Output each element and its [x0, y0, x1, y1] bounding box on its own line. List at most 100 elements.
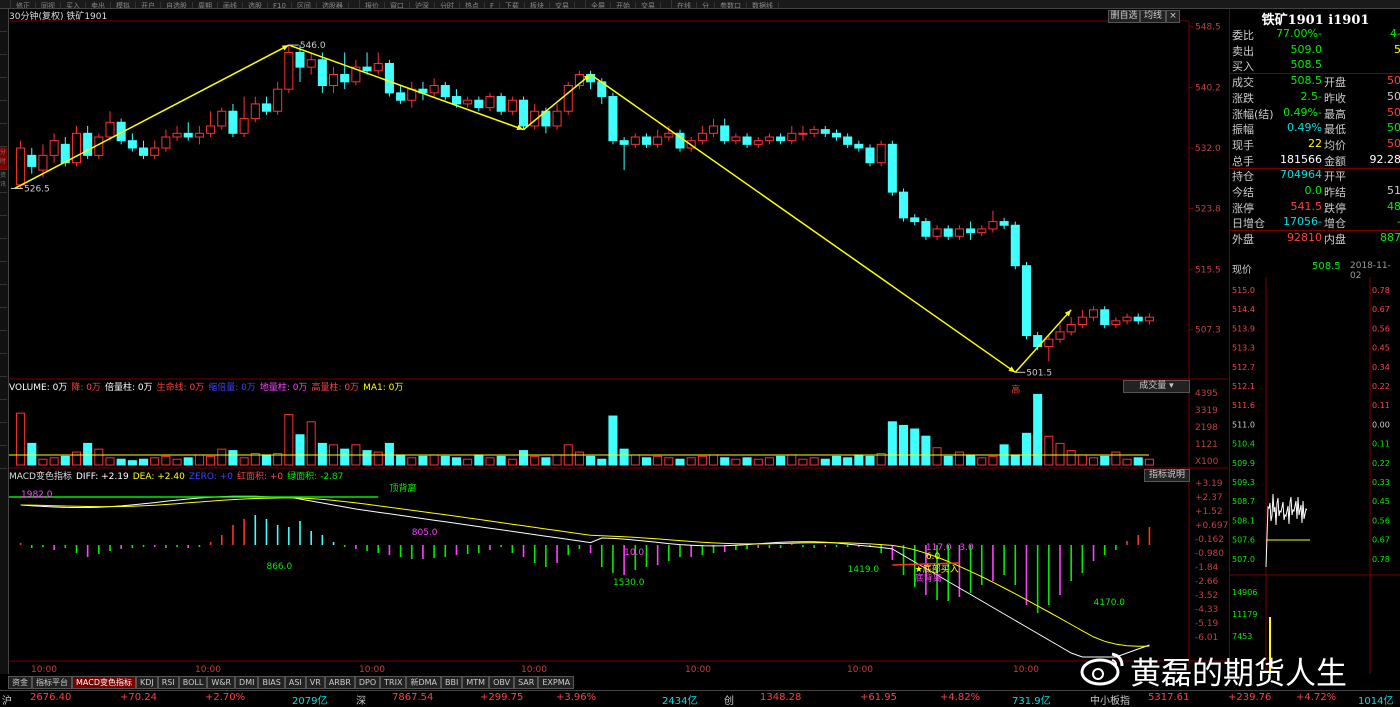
- indicator-tab[interactable]: MTM: [462, 676, 490, 689]
- volume-high-tag: 高: [1011, 383, 1020, 395]
- indicator-tab[interactable]: OBV: [489, 676, 515, 689]
- toolbar-item[interactable]: 分时: [435, 2, 460, 8]
- left-strip-item[interactable]: [0, 354, 7, 377]
- left-strip-item[interactable]: [0, 124, 7, 147]
- indicator-tab[interactable]: MACD变色指标: [72, 676, 136, 689]
- indicator-tab[interactable]: TRIX: [380, 676, 407, 689]
- candle-body: [451, 96, 461, 105]
- indicator-tab[interactable]: ASI: [284, 676, 306, 689]
- indicator-tab[interactable]: 资金: [8, 676, 32, 689]
- toolbar-item[interactable]: 选股: [243, 2, 268, 8]
- indicator-tab[interactable]: W&R: [207, 676, 236, 689]
- volume-legend-item: VOLUME: 0万: [9, 383, 68, 393]
- toolbar-item[interactable]: [661, 0, 672, 8]
- toolbar-item[interactable]: 交易: [636, 2, 661, 8]
- toolbar-item[interactable]: 自选股: [161, 2, 193, 8]
- toolbar-item[interactable]: 画线: [218, 2, 243, 8]
- volume-indicator-header: VOLUME: 0万 降: 0万 倍量柱: 0万 生命线: 0万 缩倍量: 0万 地量柱:…: [9, 380, 407, 393]
- left-strip-item[interactable]: 资讯: [0, 170, 7, 193]
- left-strip-item[interactable]: [0, 9, 7, 32]
- candle-body: [641, 136, 651, 145]
- left-strip-item[interactable]: [0, 216, 7, 239]
- left-strip-item[interactable]: [0, 55, 7, 78]
- volume-bar: [865, 455, 875, 466]
- mini-left-tick: 512.1: [1232, 382, 1255, 391]
- toolbar-item[interactable]: 模拟: [111, 2, 136, 8]
- status-item: 2676.40: [30, 692, 72, 703]
- volume-indicator-dropdown[interactable]: 成交量 ▾: [1123, 380, 1190, 393]
- left-strip-item[interactable]: [0, 446, 7, 469]
- toolbar-item[interactable]: 热点: [460, 2, 485, 8]
- left-strip-item[interactable]: [0, 400, 7, 423]
- indicator-tab[interactable]: BIAS: [258, 676, 285, 689]
- toolbar-item[interactable]: 买入: [61, 2, 86, 8]
- candle-body: [127, 140, 137, 149]
- left-strip-item[interactable]: [0, 78, 7, 101]
- toolbar-item[interactable]: 板块: [525, 2, 550, 8]
- delete-favorite-button[interactable]: 删自选: [1108, 10, 1140, 23]
- toolbar-item[interactable]: 沪深: [410, 2, 435, 8]
- candle-body: [697, 132, 707, 142]
- left-strip-item[interactable]: [0, 193, 7, 216]
- candle-body: [429, 85, 439, 94]
- toolbar-item[interactable]: 数据线: [747, 2, 779, 8]
- toolbar-item[interactable]: 报价: [360, 2, 385, 8]
- left-strip-item[interactable]: [0, 285, 7, 308]
- toolbar-item[interactable]: 选股器: [317, 2, 349, 8]
- indicator-tab[interactable]: DMI: [235, 676, 259, 689]
- kline-chart-area[interactable]: 548.5 540.2 532.0 523.8 515.5 507.3 546.0 526.5…: [9, 9, 1228, 675]
- toolbar-item[interactable]: 全屏: [586, 2, 611, 8]
- toolbar-item[interactable]: 开户: [136, 2, 161, 8]
- left-strip-item[interactable]: [0, 423, 7, 446]
- toolbar-item[interactable]: 同视: [36, 2, 61, 8]
- candle-body: [183, 132, 193, 138]
- toolbar-item[interactable]: 下载: [500, 2, 525, 8]
- close-chart-button[interactable]: ×: [1166, 10, 1180, 23]
- toolbar-item[interactable]: 分: [697, 2, 715, 8]
- toolbar-item[interactable]: [0, 0, 11, 8]
- toolbar-item[interactable]: 参数口: [715, 2, 747, 8]
- indicator-tab[interactable]: EXPMA: [538, 676, 575, 689]
- left-strip-item[interactable]: 分时: [0, 147, 7, 170]
- candle-body: [1122, 316, 1132, 322]
- indicator-tab[interactable]: 新DMA: [406, 676, 442, 689]
- toolbar-item[interactable]: 周期: [193, 2, 218, 8]
- left-strip-item[interactable]: [0, 239, 7, 262]
- macd-tick-label: +2.37: [1195, 493, 1223, 503]
- toolbar-item[interactable]: 交易: [550, 2, 575, 8]
- indicator-tab[interactable]: KDJ: [135, 676, 158, 689]
- indicator-help-button[interactable]: 指标说明: [1144, 469, 1190, 482]
- toolbar-item[interactable]: 卖出: [86, 2, 111, 8]
- indicator-tab[interactable]: 指标平台: [32, 676, 72, 689]
- toolbar-item[interactable]: [575, 0, 586, 8]
- left-strip-item[interactable]: [0, 101, 7, 124]
- ma-lines-button[interactable]: 均线: [1140, 10, 1166, 23]
- toolbar-item[interactable]: 窗口: [385, 2, 410, 8]
- toolbar-item[interactable]: [349, 0, 360, 8]
- indicator-tab[interactable]: VR: [305, 676, 325, 689]
- intraday-mini-chart[interactable]: 515.0 514.4 513.9 513.3 512.7 512.1 511.6 511.0…: [1230, 277, 1400, 674]
- volume-bar: [295, 434, 305, 466]
- quote-label-2: 最高: [1324, 107, 1346, 121]
- left-strip-item[interactable]: [0, 308, 7, 331]
- indicator-tab[interactable]: SAR: [514, 676, 539, 689]
- toolbar-item[interactable]: F10: [268, 2, 292, 8]
- left-strip-item[interactable]: [0, 262, 7, 285]
- indicator-tab[interactable]: RSI: [157, 676, 179, 689]
- macd-annotation: 805.0: [412, 528, 438, 538]
- toolbar-item[interactable]: F: [485, 2, 500, 8]
- toolbar-item[interactable]: 在线: [672, 2, 697, 8]
- indicator-tab[interactable]: ARBR: [324, 676, 355, 689]
- toolbar-item[interactable]: 修正: [11, 2, 36, 8]
- left-strip-item[interactable]: [0, 331, 7, 354]
- toolbar-item[interactable]: 区间: [292, 2, 317, 8]
- indicator-tab[interactable]: DPO: [354, 676, 381, 689]
- left-strip-item[interactable]: [0, 377, 7, 400]
- indicator-tab[interactable]: BOLL: [178, 676, 208, 689]
- volume-legend-item: 缩倍量: 0万: [208, 383, 256, 393]
- toolbar-item[interactable]: 开始: [611, 2, 636, 8]
- left-strip-item[interactable]: [0, 32, 7, 55]
- mini-left-tick: 513.9: [1232, 324, 1255, 333]
- indicator-tab[interactable]: BBI: [441, 676, 463, 689]
- kline-chart-svg[interactable]: 548.5 540.2 532.0 523.8 515.5 507.3 546.0 526.5…: [9, 9, 1228, 675]
